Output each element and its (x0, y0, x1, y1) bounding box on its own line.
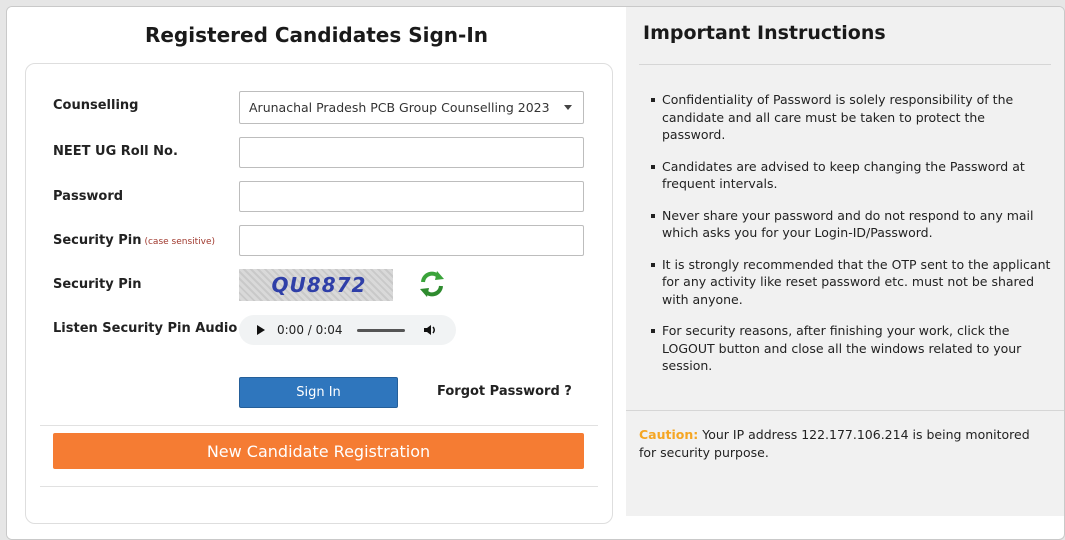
audio-progress-bar[interactable] (356, 328, 405, 332)
caution-text: Your IP address 122.177.106.214 is being… (639, 427, 1030, 460)
counselling-selected-value: Arunachal Pradesh PCB Group Counselling … (249, 100, 550, 115)
password-input[interactable] (239, 181, 584, 212)
instruction-item: Confidentiality of Password is solely re… (651, 91, 1051, 144)
counselling-select[interactable]: Arunachal Pradesh PCB Group Counselling … (239, 91, 584, 124)
audio-label: Listen Security Pin Audio (53, 321, 238, 336)
forgot-password-link[interactable]: Forgot Password ? (437, 384, 572, 399)
roll-number-input[interactable] (239, 137, 584, 168)
form-divider-top (40, 425, 598, 426)
captcha-image: QU8872 (239, 269, 393, 301)
security-pin-audio-player[interactable]: 0:00 / 0:04 (239, 315, 456, 345)
instructions-list: Confidentiality of Password is solely re… (651, 91, 1051, 389)
instruction-item: Candidates are advised to keep changing … (651, 158, 1051, 193)
caution-label: Caution: (639, 427, 699, 442)
case-sensitive-hint: (case sensitive) (144, 237, 216, 247)
instruction-item: For security reasons, after finishing yo… (651, 322, 1051, 375)
form-divider-bottom (40, 486, 598, 487)
security-pin-label-text: Security Pin (53, 233, 142, 248)
refresh-captcha-icon[interactable] (417, 269, 447, 299)
caution-divider (626, 410, 1064, 411)
captcha-text: QU8872 (271, 273, 367, 297)
instructions-title: Important Instructions (643, 22, 886, 44)
counselling-label: Counselling (53, 98, 139, 113)
roll-number-label: NEET UG Roll No. (53, 144, 178, 159)
new-candidate-registration-button[interactable]: New Candidate Registration (53, 433, 584, 469)
instruction-item: It is strongly recommended that the OTP … (651, 256, 1051, 309)
signin-form: Counselling Arunachal Pradesh PCB Group … (25, 63, 613, 524)
captcha-label: Security Pin (53, 277, 142, 292)
security-pin-label: Security Pin (case sensitive) (53, 233, 215, 248)
signin-title: Registered Candidates Sign-In (144, 23, 489, 47)
volume-icon[interactable] (423, 323, 437, 337)
instructions-panel: Important Instructions Confidentiality o… (626, 7, 1064, 516)
instruction-item: Never share your password and do not res… (651, 207, 1051, 242)
security-pin-input[interactable] (239, 225, 584, 256)
password-label: Password (53, 189, 124, 204)
sign-in-button[interactable]: Sign In (239, 377, 398, 408)
instructions-divider (639, 64, 1051, 65)
chevron-down-icon (564, 105, 572, 110)
caution-notice: Caution: Your IP address 122.177.106.214… (639, 426, 1049, 461)
signin-panel: Registered Candidates Sign-In Counsellin… (7, 7, 626, 539)
page-container: Registered Candidates Sign-In Counsellin… (6, 6, 1065, 540)
play-icon[interactable] (257, 325, 265, 335)
audio-time: 0:00 / 0:04 (277, 323, 343, 337)
